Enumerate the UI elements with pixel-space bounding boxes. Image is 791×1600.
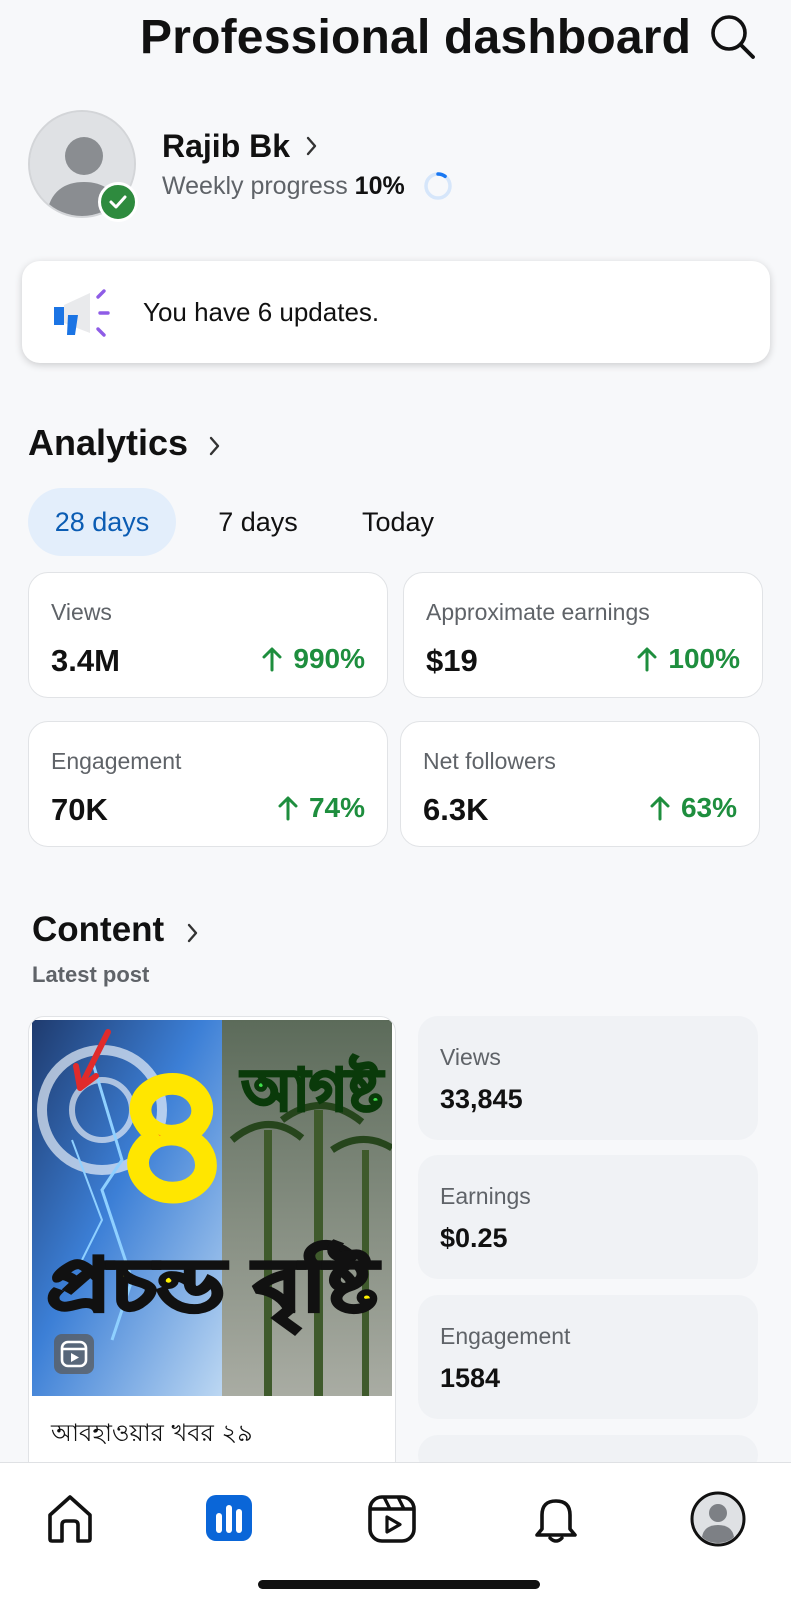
thumb-line-1: আগষ্ট — [240, 1054, 385, 1124]
search-icon[interactable] — [708, 12, 758, 62]
analytics-chevron-icon[interactable] — [206, 433, 224, 459]
stat-change: 63% — [649, 792, 737, 824]
profile-icon[interactable] — [690, 1491, 746, 1547]
arrow-up-icon — [262, 647, 282, 672]
metric-label: Earnings — [440, 1183, 531, 1209]
arrow-up-icon — [650, 796, 670, 821]
stat-change-value: 100% — [668, 643, 740, 674]
metric-value: $0.25 — [440, 1223, 508, 1253]
bottom-nav — [0, 1462, 791, 1600]
megaphone-icon — [50, 285, 114, 341]
home-icon[interactable] — [42, 1491, 98, 1547]
stat-card-net-followers[interactable]: Net followers 6.3K 63% — [400, 721, 760, 847]
metric-value: 33,845 — [440, 1084, 523, 1114]
weekly-progress-value: 10% — [354, 172, 405, 200]
latest-post-label: Latest post — [32, 962, 150, 987]
reel-badge-icon — [54, 1334, 94, 1374]
page-title: Professional dashboard — [140, 11, 692, 64]
stat-label: Net followers — [423, 748, 556, 774]
date-range-tabs: 28 days 7 days Today — [28, 488, 528, 556]
post-thumbnail[interactable]: ৪ আগষ্ট প্রচন্ড বৃষ্টি — [32, 1020, 392, 1396]
stat-label: Approximate earnings — [426, 599, 650, 625]
stat-card-engagement[interactable]: Engagement 70K 74% — [28, 721, 388, 847]
stat-value: 3.4M — [51, 643, 120, 678]
stat-change: 990% — [261, 643, 365, 675]
home-indicator — [258, 1580, 540, 1589]
thumb-line-2: প্রচন্ড বৃষ্টি — [47, 1241, 380, 1333]
stat-card-views[interactable]: Views 3.4M 990% — [28, 572, 388, 698]
post-metric-earnings: Earnings $0.25 — [418, 1155, 758, 1279]
stat-value: 70K — [51, 792, 108, 827]
updates-text: You have 6 updates. — [143, 297, 380, 327]
stat-change: 100% — [636, 643, 740, 675]
stat-card-earnings[interactable]: Approximate earnings $19 100% — [403, 572, 763, 698]
tab-7-days[interactable]: 7 days — [204, 488, 312, 556]
stat-change: 74% — [277, 792, 365, 824]
tab-28-days[interactable]: 28 days — [28, 488, 176, 556]
insights-icon[interactable] — [202, 1491, 258, 1547]
chevron-right-icon[interactable] — [302, 132, 322, 160]
post-metric-views: Views 33,845 — [418, 1016, 758, 1140]
stat-value: 6.3K — [423, 792, 489, 827]
post-metric-engagement: Engagement 1584 — [418, 1295, 758, 1419]
stat-change-value: 990% — [293, 643, 365, 674]
stat-change-value: 63% — [680, 792, 737, 823]
notifications-icon[interactable] — [528, 1491, 584, 1547]
top-header: Professional dashboard — [0, 0, 791, 80]
analytics-title[interactable]: Analytics — [28, 422, 188, 464]
metric-value: 1584 — [440, 1363, 501, 1393]
tab-today[interactable]: Today — [348, 488, 448, 556]
updates-card[interactable]: You have 6 updates. — [22, 261, 770, 363]
reels-icon[interactable] — [364, 1491, 420, 1547]
content-chevron-icon[interactable] — [184, 920, 202, 946]
metric-label: Views — [440, 1044, 501, 1070]
arrow-up-icon — [278, 796, 298, 821]
profile-name[interactable]: Rajib Bk — [162, 128, 290, 165]
weekly-progress: Weekly progress 10% — [162, 172, 405, 201]
profile-summary[interactable]: Rajib Bk Weekly progress 10% — [28, 110, 528, 225]
verified-check-icon — [98, 182, 138, 222]
weekly-progress-label: Weekly progress — [162, 172, 348, 200]
stat-label: Engagement — [51, 748, 182, 774]
post-caption: আবহাওয়ার খবর ২৯ — [51, 1419, 253, 1447]
stat-label: Views — [51, 599, 112, 625]
stat-value: $19 — [426, 643, 478, 678]
thumb-number: ৪ — [110, 1024, 233, 1245]
metric-label: Engagement — [440, 1323, 571, 1349]
latest-post-card[interactable]: ৪ আগষ্ট প্রচন্ড বৃষ্টি আবহাওয়ার খবর ২৯ — [28, 1016, 396, 1486]
stat-change-value: 74% — [308, 792, 365, 823]
content-title[interactable]: Content — [32, 910, 164, 950]
progress-ring-icon — [422, 170, 454, 202]
arrow-up-icon — [637, 647, 657, 672]
